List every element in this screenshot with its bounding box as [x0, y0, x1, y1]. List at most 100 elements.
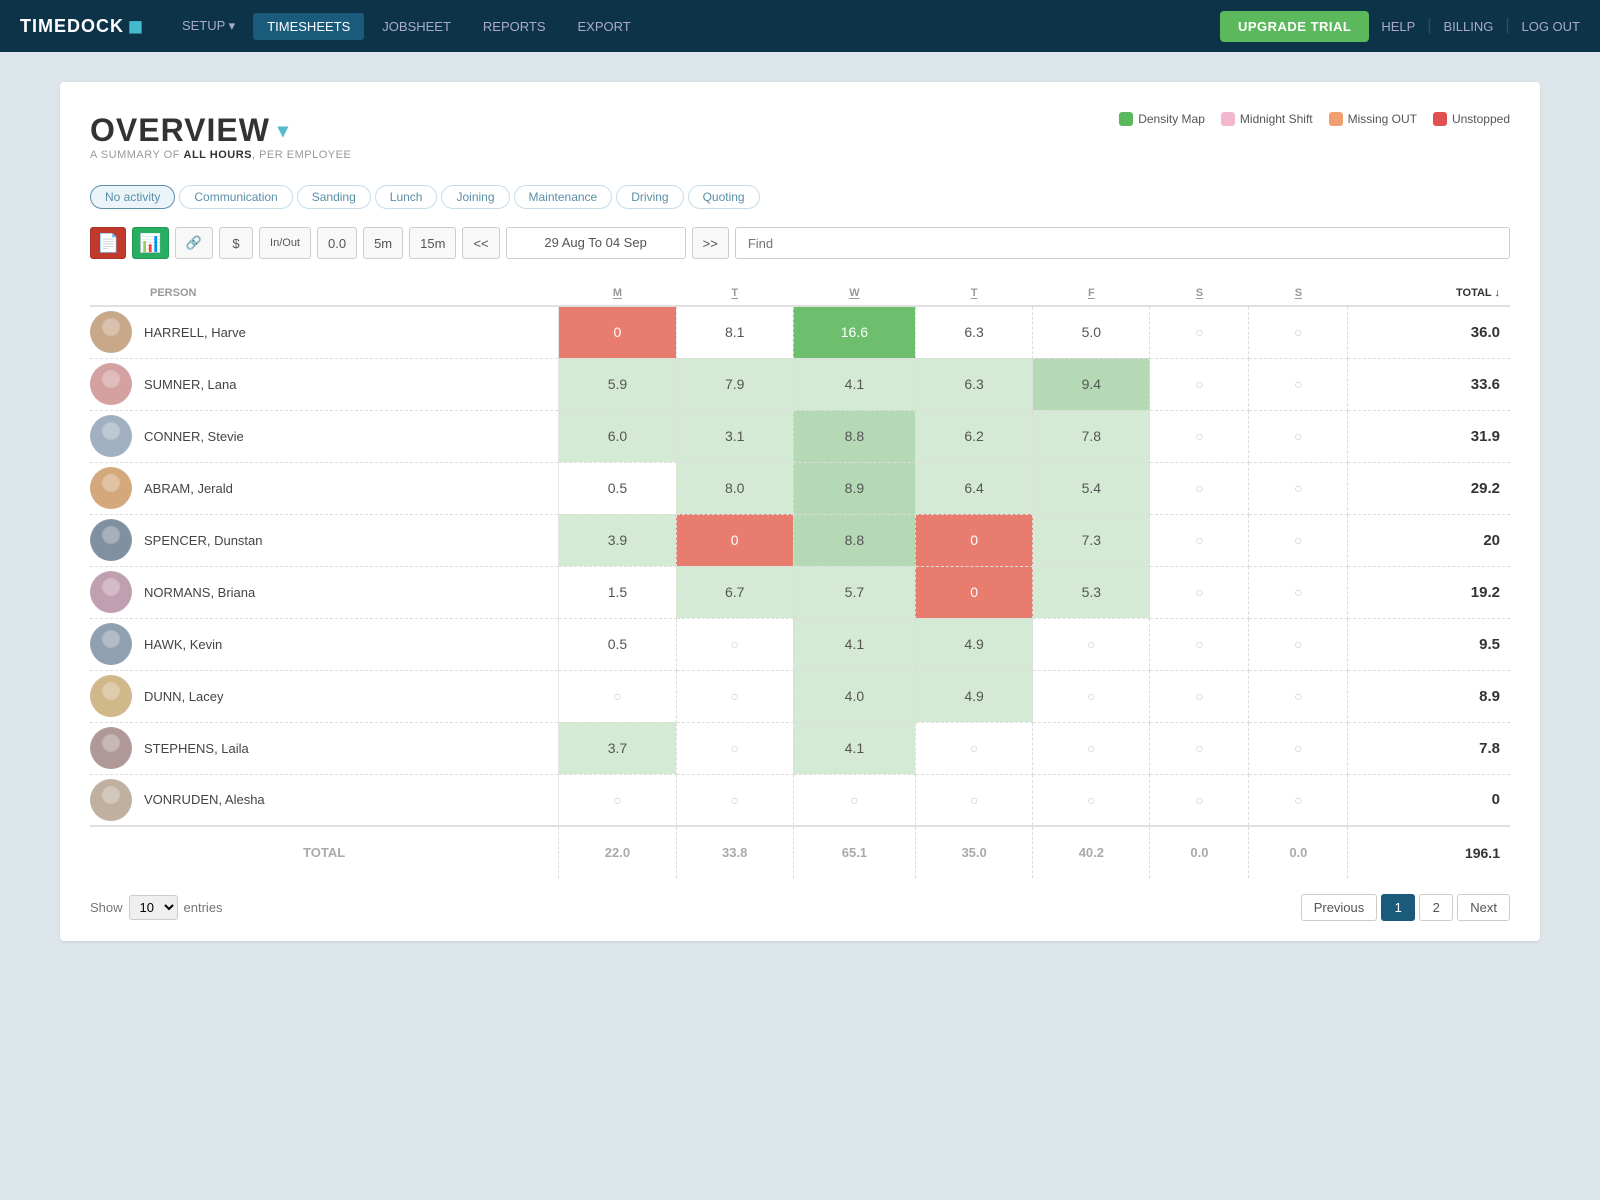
day-cell[interactable]: ○ [1150, 358, 1249, 410]
day-cell[interactable]: ○ [1249, 670, 1348, 722]
person-cell[interactable]: CONNER, Stevie [90, 410, 559, 462]
day-cell[interactable]: 6.0 [559, 410, 676, 462]
day-cell[interactable]: ○ [1249, 410, 1348, 462]
in-out-button[interactable]: In/Out [259, 227, 311, 259]
day-cell[interactable]: ○ [676, 774, 793, 826]
nav-reports[interactable]: REPORTS [469, 13, 560, 40]
day-cell[interactable]: ○ [1249, 358, 1348, 410]
day-cell[interactable]: 4.1 [793, 722, 915, 774]
person-cell[interactable]: SUMNER, Lana [90, 358, 559, 410]
day-cell[interactable]: 16.6 [793, 306, 915, 358]
prev-week-button[interactable]: << [462, 227, 499, 259]
day-cell[interactable]: 6.2 [915, 410, 1032, 462]
day-cell[interactable]: ○ [676, 618, 793, 670]
filter-tab-communication[interactable]: Communication [179, 185, 292, 209]
person-cell[interactable]: SPENCER, Dunstan [90, 514, 559, 566]
overview-dropdown-icon[interactable]: ▾ [278, 118, 289, 143]
day-cell[interactable]: 8.8 [793, 514, 915, 566]
nav-setup[interactable]: SETUP ▾ [168, 12, 249, 40]
day-cell[interactable]: 6.3 [915, 306, 1032, 358]
day-cell[interactable]: ○ [1033, 618, 1150, 670]
filter-tab-quoting[interactable]: Quoting [688, 185, 760, 209]
day-cell[interactable]: 9.4 [1033, 358, 1150, 410]
day-cell[interactable]: 5.3 [1033, 566, 1150, 618]
day-cell[interactable]: ○ [676, 722, 793, 774]
pdf-button[interactable]: 📄 [90, 227, 126, 259]
nav-export[interactable]: EXPORT [564, 13, 645, 40]
day-cell[interactable]: 6.7 [676, 566, 793, 618]
filter-tab-driving[interactable]: Driving [616, 185, 683, 209]
person-cell[interactable]: HAWK, Kevin [90, 618, 559, 670]
zero-button[interactable]: 0.0 [317, 227, 357, 259]
day-cell[interactable]: ○ [1150, 514, 1249, 566]
five-min-button[interactable]: 5m [363, 227, 403, 259]
day-cell[interactable]: 3.9 [559, 514, 676, 566]
day-cell[interactable]: ○ [1249, 462, 1348, 514]
dollar-button[interactable]: $ [219, 227, 253, 259]
day-cell[interactable]: ○ [1249, 722, 1348, 774]
filter-tab-maintenance[interactable]: Maintenance [514, 185, 613, 209]
person-cell[interactable]: STEPHENS, Laila [90, 722, 559, 774]
day-cell[interactable]: ○ [1033, 722, 1150, 774]
previous-button[interactable]: Previous [1301, 894, 1378, 921]
person-cell[interactable]: HARRELL, Harve [90, 306, 559, 358]
day-cell[interactable]: 8.1 [676, 306, 793, 358]
day-cell[interactable]: 5.4 [1033, 462, 1150, 514]
day-cell[interactable]: ○ [1150, 722, 1249, 774]
filter-tab-no-activity[interactable]: No activity [90, 185, 175, 209]
nav-timesheets[interactable]: TIMESHEETS [253, 13, 364, 40]
filter-tab-sanding[interactable]: Sanding [297, 185, 371, 209]
day-cell[interactable]: 4.1 [793, 618, 915, 670]
day-cell[interactable]: ○ [1033, 774, 1150, 826]
day-cell[interactable]: 0 [676, 514, 793, 566]
day-cell[interactable]: ○ [559, 774, 676, 826]
day-cell[interactable]: 4.1 [793, 358, 915, 410]
day-cell[interactable]: 0 [915, 566, 1032, 618]
day-cell[interactable]: ○ [1150, 774, 1249, 826]
person-cell[interactable]: VONRUDEN, Alesha [90, 774, 559, 826]
day-cell[interactable]: 6.4 [915, 462, 1032, 514]
day-cell[interactable]: 4.9 [915, 618, 1032, 670]
day-cell[interactable]: ○ [1150, 410, 1249, 462]
day-cell[interactable]: 4.9 [915, 670, 1032, 722]
day-cell[interactable]: ○ [1249, 618, 1348, 670]
day-cell[interactable]: 8.8 [793, 410, 915, 462]
day-cell[interactable]: ○ [1150, 462, 1249, 514]
day-cell[interactable]: 0 [559, 306, 676, 358]
day-cell[interactable]: ○ [1249, 566, 1348, 618]
day-cell[interactable]: ○ [793, 774, 915, 826]
day-cell[interactable]: 7.9 [676, 358, 793, 410]
nav-billing[interactable]: BILLING [1443, 19, 1493, 34]
page-2[interactable]: 2 [1419, 894, 1453, 921]
fifteen-min-button[interactable]: 15m [409, 227, 456, 259]
excel-button[interactable]: 📊 [132, 227, 168, 259]
day-cell[interactable]: 8.9 [793, 462, 915, 514]
find-input[interactable] [735, 227, 1510, 259]
day-cell[interactable]: ○ [1150, 618, 1249, 670]
day-cell[interactable]: ○ [559, 670, 676, 722]
day-cell[interactable]: ○ [1033, 670, 1150, 722]
day-cell[interactable]: 1.5 [559, 566, 676, 618]
day-cell[interactable]: ○ [1249, 774, 1348, 826]
day-cell[interactable]: ○ [676, 670, 793, 722]
person-cell[interactable]: NORMANS, Briana [90, 566, 559, 618]
day-cell[interactable]: ○ [1249, 514, 1348, 566]
upgrade-trial-button[interactable]: UPGRADE TRIAL [1220, 11, 1369, 42]
day-cell[interactable]: ○ [1150, 566, 1249, 618]
entries-select[interactable]: 10 25 50 [129, 895, 178, 920]
next-week-button[interactable]: >> [692, 227, 729, 259]
day-cell[interactable]: 8.0 [676, 462, 793, 514]
day-cell[interactable]: 5.9 [559, 358, 676, 410]
nav-logout[interactable]: LOG OUT [1521, 19, 1580, 34]
day-cell[interactable]: ○ [1150, 670, 1249, 722]
day-cell[interactable]: ○ [915, 722, 1032, 774]
day-cell[interactable]: 6.3 [915, 358, 1032, 410]
day-cell[interactable]: 0 [915, 514, 1032, 566]
filter-tab-lunch[interactable]: Lunch [375, 185, 438, 209]
day-cell[interactable]: ○ [1150, 306, 1249, 358]
link-button[interactable]: 🔗 [175, 227, 213, 259]
day-cell[interactable]: 0.5 [559, 462, 676, 514]
day-cell[interactable]: ○ [1249, 306, 1348, 358]
day-cell[interactable]: 5.7 [793, 566, 915, 618]
day-cell[interactable]: 7.3 [1033, 514, 1150, 566]
